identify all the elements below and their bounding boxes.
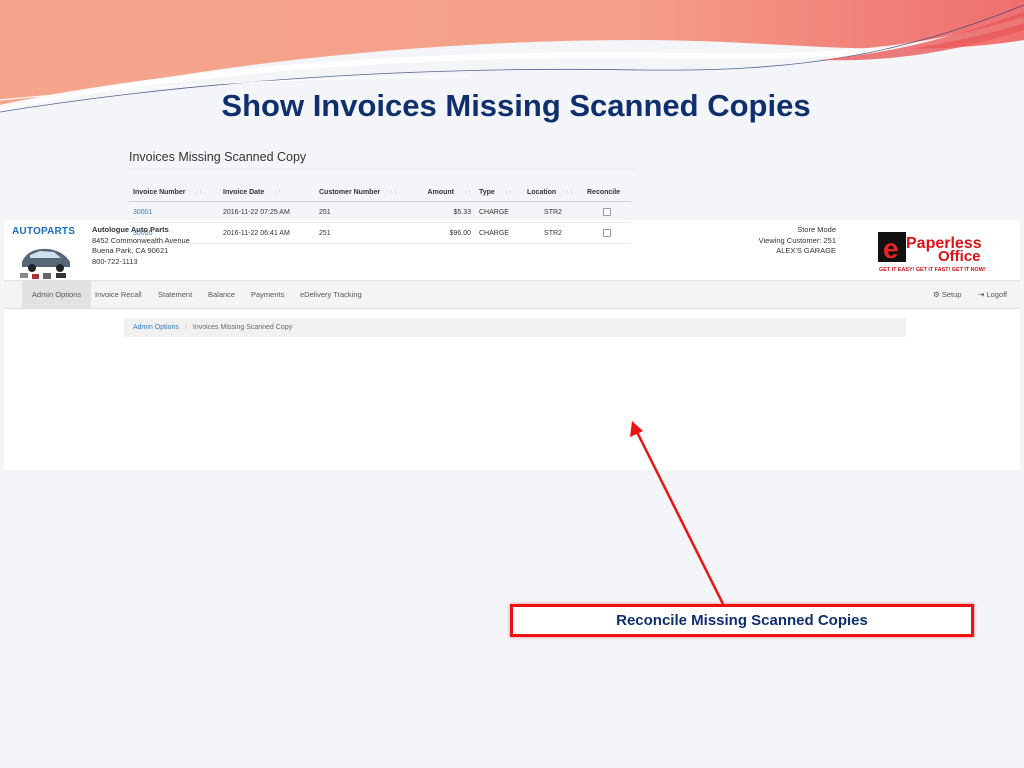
gear-icon: ⚙ <box>933 290 940 299</box>
col-customer-number[interactable]: Customer Number ↓↑ <box>315 183 415 202</box>
col-reconcile: Reconcile <box>583 183 631 202</box>
sort-icon: ↓↑ <box>464 188 471 196</box>
sort-icon: ↓↑ <box>195 188 203 196</box>
breadcrumb-current: Invoices Missing Scanned Copy <box>192 324 293 331</box>
callout-box: Reconcile Missing Scanned Copies <box>510 604 974 637</box>
logo-line2: Office <box>938 248 981 265</box>
nav-statement[interactable]: Statement <box>158 281 192 308</box>
customer-number: 251 <box>315 201 415 223</box>
logoff-label: Logoff <box>986 290 1008 299</box>
col-invoice-number[interactable]: Invoice Number ↓↑ <box>129 183 219 202</box>
location: STR2 <box>523 222 583 244</box>
car-parts-icon <box>20 248 70 279</box>
autoparts-logo-text: AUTOPARTS <box>12 226 76 237</box>
setup-label: Setup <box>941 290 962 299</box>
top-navbar: Admin Options Invoice Recall Statement B… <box>4 280 1020 309</box>
nav-payments[interactable]: Payments <box>251 281 284 308</box>
nav-balance[interactable]: Balance <box>208 281 235 308</box>
table-row: 30001 2016-11-22 07:25 AM 251 $5.33 CHAR… <box>129 201 631 223</box>
viewing-customer: Viewing Customer: 251 <box>758 235 836 245</box>
amount: $96.00 <box>415 222 475 244</box>
amount: $5.33 <box>415 201 475 223</box>
col-invoice-date[interactable]: Invoice Date ↓↑ <box>219 183 315 202</box>
invoice-link[interactable]: 30000 <box>133 230 152 237</box>
reconcile-checkbox[interactable] <box>603 208 611 216</box>
type: CHARGE <box>475 201 523 223</box>
col-location[interactable]: Location ↓↑ <box>523 183 583 202</box>
table-row: 30000 2016-11-22 06:41 AM 251 $96.00 CHA… <box>129 222 631 244</box>
customer-name: ALEX'S GARAGE <box>776 246 836 255</box>
breadcrumb: Admin Options / Invoices Missing Scanned C… <box>124 318 906 337</box>
setup-button[interactable]: ⚙ Setup <box>933 281 961 308</box>
store-phone: 800-722-1113 <box>92 256 138 266</box>
nav-admin-options[interactable]: Admin Options <box>22 281 91 308</box>
sort-icon: ↓↑ <box>504 188 512 196</box>
table-header-row: Invoice Number ↓↑ Invoice Date ↓↑ Customer… <box>129 183 631 202</box>
logoff-button[interactable]: ⇥ Logoff <box>978 281 1007 308</box>
heading-divider <box>126 169 636 170</box>
page-heading: Invoices Missing Scanned Copy <box>129 150 307 164</box>
sort-icon: ↓↑ <box>566 188 574 196</box>
location: STR2 <box>523 201 583 223</box>
paperless-office-logo: e Paperless Office GET IT EASY! GET IT F… <box>878 232 986 273</box>
nav-invoice-recall[interactable]: Invoice Recall <box>95 281 142 308</box>
type: CHARGE <box>475 222 523 244</box>
app-window: AUTOPARTS Autologue Auto Parts 8452 Comm… <box>4 220 1020 470</box>
sort-icon: ↓↑ <box>274 188 282 196</box>
invoice-link[interactable]: 30001 <box>133 209 152 216</box>
breadcrumb-admin-options[interactable]: Admin Options <box>133 324 179 331</box>
invoices-table: Invoice Number ↓↑ Invoice Date ↓↑ Customer… <box>129 183 631 244</box>
autoparts-logo: AUTOPARTS <box>12 226 82 280</box>
svg-text:e: e <box>883 233 899 264</box>
col-amount[interactable]: Amount ↓↑ <box>415 183 475 202</box>
slide-title: Show Invoices Missing Scanned Copies <box>221 88 811 123</box>
store-address-line2: Buena Park, CA 90621 <box>92 246 169 255</box>
invoice-date: 2016-11-22 07:25 AM <box>219 201 315 223</box>
logo-tagline: GET IT EASY! GET IT FAST! GET IT NOW! <box>879 267 986 273</box>
mode-info: Store Mode Viewing Customer: 251 ALEX'S … <box>759 225 836 257</box>
invoice-date: 2016-11-22 06:41 AM <box>219 222 315 244</box>
sort-icon: ↓↑ <box>390 188 398 196</box>
col-type[interactable]: Type ↓↑ <box>475 183 523 202</box>
reconcile-checkbox[interactable] <box>603 229 611 237</box>
customer-number: 251 <box>315 222 415 244</box>
breadcrumb-separator: / <box>184 324 187 331</box>
logoff-icon: ⇥ <box>978 290 985 299</box>
store-mode: Store Mode <box>797 225 836 234</box>
nav-edelivery-tracking[interactable]: eDelivery Tracking <box>300 281 362 308</box>
